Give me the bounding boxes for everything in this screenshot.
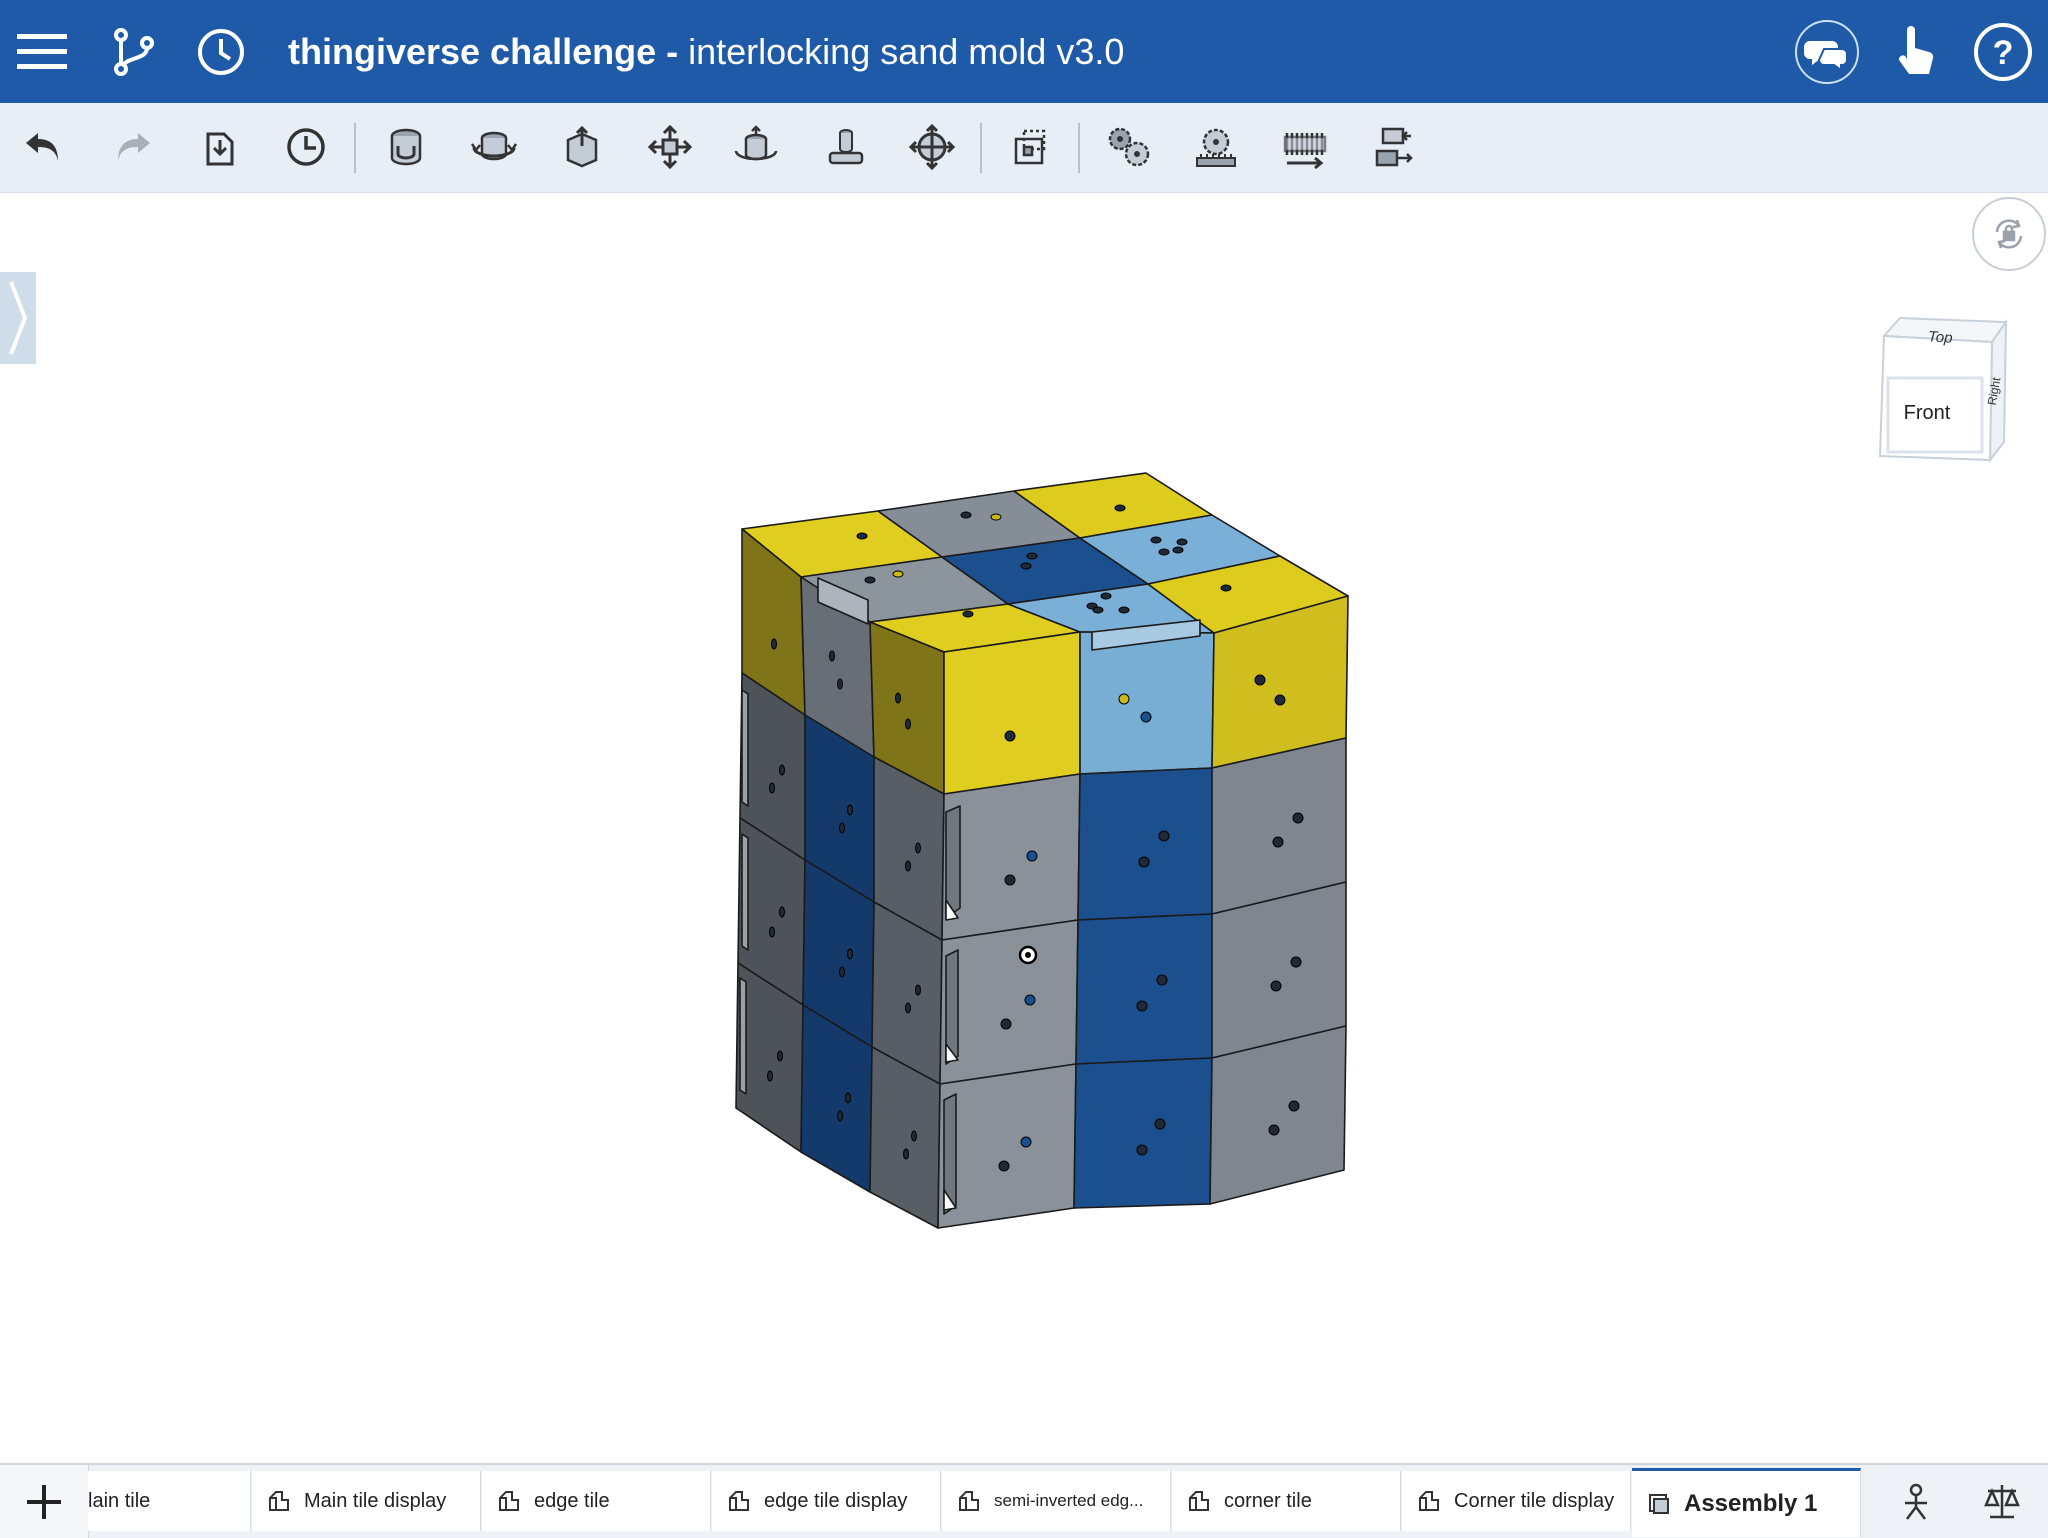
tab-assembly-1[interactable]: Assembly 1: [1632, 1468, 1861, 1537]
history-icon[interactable]: [186, 17, 256, 87]
part-studio-icon: [1189, 1491, 1209, 1511]
tab-corner-tile-display[interactable]: Corner tile display: [1402, 1471, 1631, 1531]
toolbar-divider: [354, 123, 356, 173]
tab-label: edge tile: [534, 1489, 610, 1512]
ball-mate-icon[interactable]: [902, 117, 962, 177]
tab-label: Corner tile display: [1454, 1489, 1615, 1512]
insert-icon[interactable]: [190, 117, 250, 177]
mate-connector-icon[interactable]: [1000, 117, 1060, 177]
sketch-clock-icon[interactable]: [276, 117, 336, 177]
tab-corner-tile[interactable]: corner tile: [1172, 1471, 1401, 1531]
compare-icon[interactable]: [1976, 1475, 2028, 1527]
tab-semi-inverted-edge[interactable]: semi-inverted edg...: [942, 1471, 1171, 1531]
revolute-mate-icon[interactable]: [464, 117, 524, 177]
undo-icon[interactable]: [14, 117, 74, 177]
tab-edge-tile-display[interactable]: edge tile display: [712, 1471, 941, 1531]
fastened-mate-icon[interactable]: [376, 117, 436, 177]
comments-icon[interactable]: [1792, 17, 1862, 87]
tab-label: Main tile display: [304, 1489, 447, 1512]
svg-text:?: ?: [1993, 34, 2014, 72]
document-name: interlocking sand mold v3.0: [688, 31, 1125, 72]
tab-label: semi-inverted edg...: [994, 1491, 1144, 1510]
toolbar-divider: [1078, 123, 1080, 173]
add-tab-button[interactable]: [0, 1465, 89, 1538]
help-icon[interactable]: ?: [1968, 17, 2038, 87]
part-studio-icon: [269, 1491, 289, 1511]
part-studio-icon: [1419, 1491, 1439, 1511]
top-bar: thingiverse challenge - interlocking san…: [0, 0, 2048, 103]
tab-label: corner tile: [1224, 1489, 1312, 1512]
touch-icon[interactable]: [1880, 17, 1950, 87]
versions-icon[interactable]: [1890, 1475, 1942, 1527]
redo-icon[interactable]: [102, 117, 162, 177]
planar-mate-icon[interactable]: [640, 117, 700, 177]
rotate-lock-button[interactable]: [1972, 197, 2046, 271]
document-title: thingiverse challenge - interlocking san…: [288, 28, 1124, 76]
cylindrical-mate-icon[interactable]: [726, 117, 786, 177]
tab-label: Assembly 1: [1684, 1490, 1818, 1517]
tab-label: lain tile: [88, 1489, 151, 1512]
document-tab-bar: lain tile Main tile display edge tile ed…: [0, 1463, 2048, 1538]
part-studio-icon: [729, 1491, 749, 1511]
gear-relation-icon[interactable]: [1098, 117, 1158, 177]
part-studio-icon: [499, 1491, 519, 1511]
tab-main-tile-display[interactable]: Main tile display: [252, 1471, 481, 1531]
tab-main-tile[interactable]: lain tile: [88, 1471, 251, 1531]
part-studio-icon: [959, 1491, 979, 1511]
branch-icon[interactable]: [98, 17, 168, 87]
title-separator: -: [656, 31, 689, 72]
linear-relation-icon[interactable]: [1362, 117, 1422, 177]
view-cube[interactable]: Top Front Right: [1870, 312, 2010, 472]
toolbar-divider: [980, 123, 982, 173]
viewcube-front-label[interactable]: Front: [1904, 402, 1951, 424]
feature-panel-toggle[interactable]: [0, 272, 36, 364]
assembly-toolbar: [0, 103, 2048, 193]
tab-label: edge tile display: [764, 1489, 908, 1512]
rack-pinion-icon[interactable]: [1186, 117, 1246, 177]
pin-slot-mate-icon[interactable]: [816, 117, 876, 177]
assembly-model[interactable]: [700, 450, 1380, 1240]
menu-icon[interactable]: [8, 17, 78, 87]
slider-mate-icon[interactable]: [552, 117, 612, 177]
screw-relation-icon[interactable]: [1274, 117, 1334, 177]
viewcube-top-label[interactable]: Top: [1928, 328, 1954, 347]
assembly-icon: [1649, 1494, 1669, 1514]
workspace-name: thingiverse challenge: [288, 31, 657, 72]
tab-edge-tile[interactable]: edge tile: [482, 1471, 711, 1531]
